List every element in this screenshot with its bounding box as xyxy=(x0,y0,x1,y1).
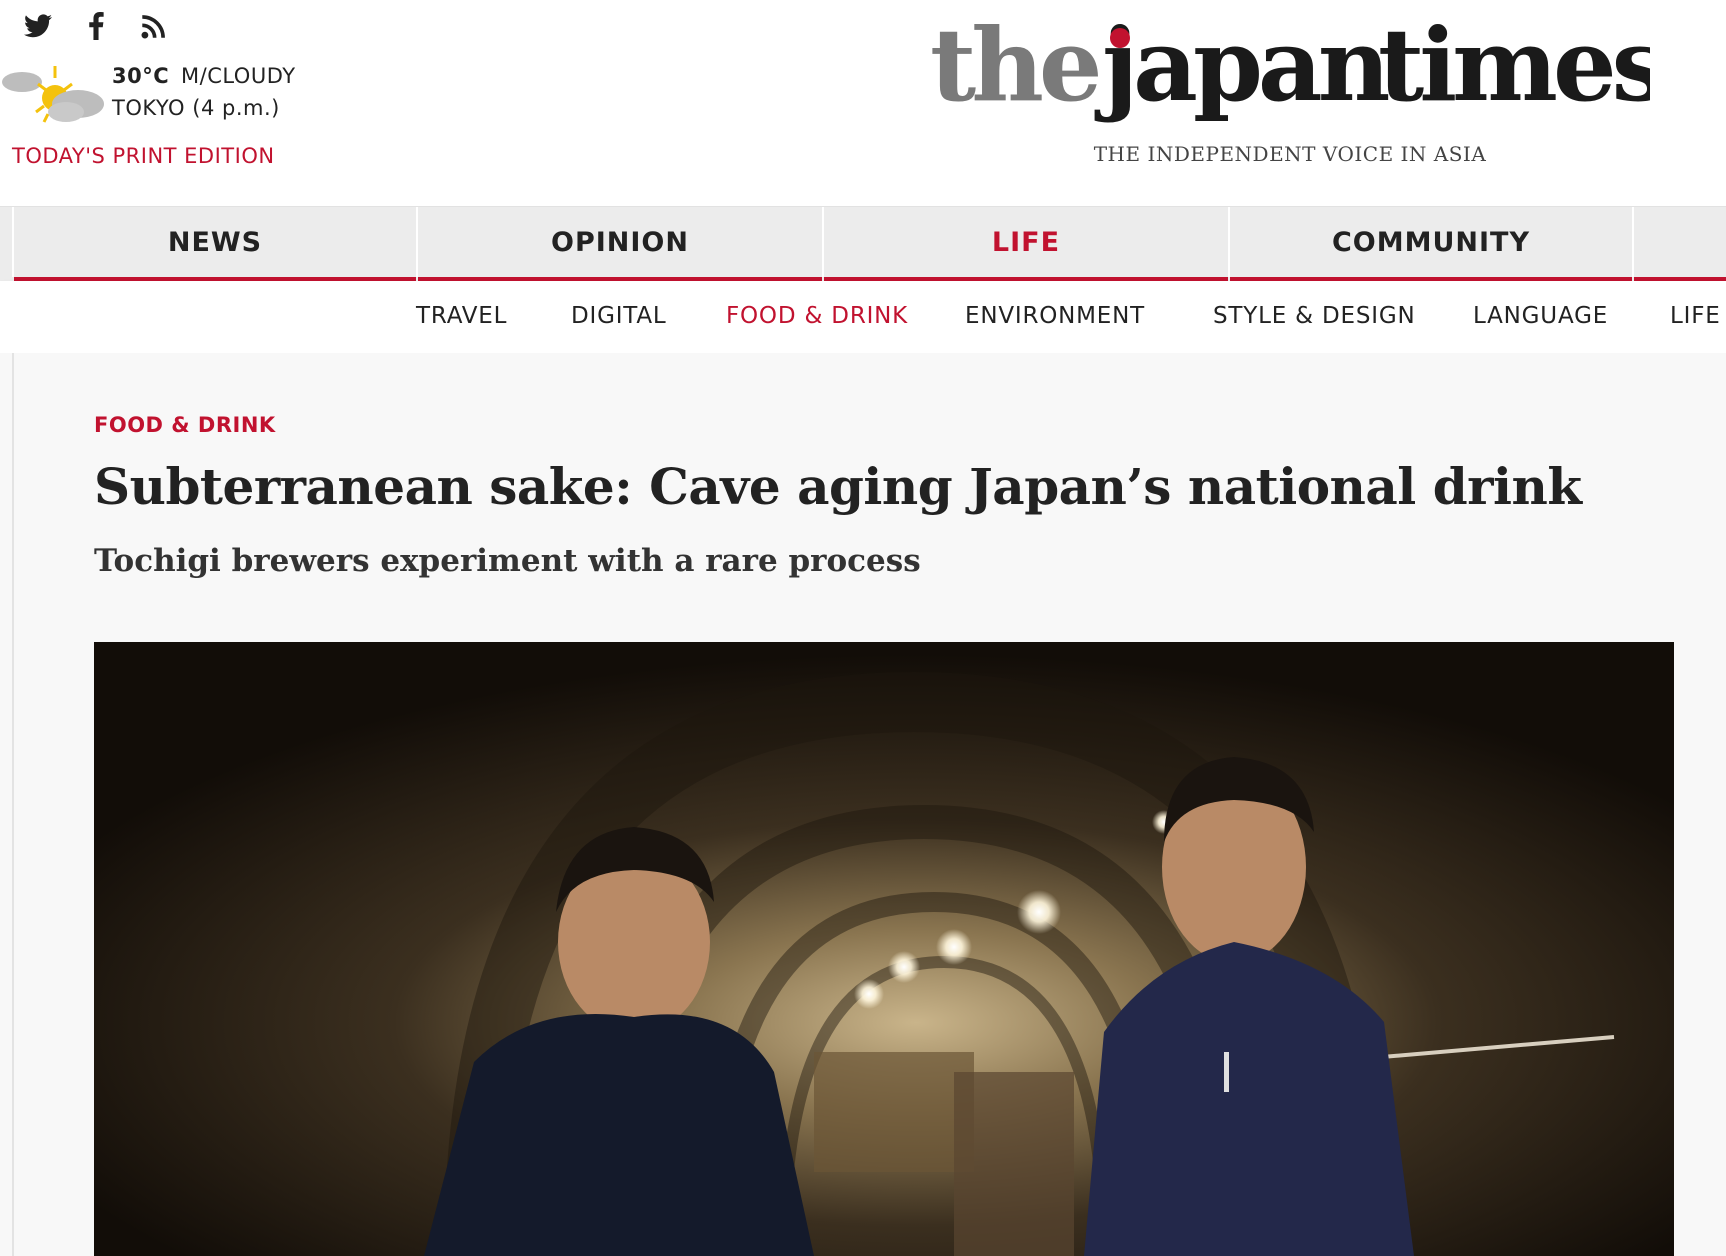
cave-tunnel-photo xyxy=(94,642,1674,1256)
weather-location: TOKYO (4 p.m.) xyxy=(112,96,280,120)
site-tagline: THE INDEPENDENT VOICE IN ASIA xyxy=(1093,142,1487,166)
article-headline: Subterranean sake: Cave aging Japan’s na… xyxy=(94,457,1582,516)
subnav-item-style-design[interactable]: STYLE & DESIGN xyxy=(1213,303,1415,329)
partly-cloudy-icon xyxy=(2,66,104,123)
logo-japan: japan xyxy=(1094,14,1389,124)
subnav-item-digital[interactable]: DIGITAL xyxy=(571,303,667,329)
logo-times: times xyxy=(1378,14,1650,124)
site-header: 30°C M/CLOUDY TOKYO (4 p.m.) TODAY'S PRI… xyxy=(0,0,1726,206)
nav-item-life[interactable]: LIFE xyxy=(824,207,1230,282)
nav-item-label: NEWS xyxy=(167,226,263,258)
main-nav: NEWS OPINION LIFE COMMUNITY xyxy=(0,206,1726,282)
nav-item-more[interactable] xyxy=(1634,207,1726,282)
nav-item-community[interactable]: COMMUNITY xyxy=(1230,207,1634,282)
social-links xyxy=(20,8,172,44)
subnav-item-life[interactable]: LIFE xyxy=(1670,303,1721,329)
subnav-item-food-drink[interactable]: FOOD & DRINK xyxy=(726,303,908,329)
article-subheadline: Tochigi brewers experiment with a rare p… xyxy=(94,543,921,579)
weather-condition: M/CLOUDY xyxy=(181,64,296,88)
facebook-icon[interactable] xyxy=(78,8,114,44)
subnav-item-language[interactable]: LANGUAGE xyxy=(1473,303,1608,329)
rss-icon[interactable] xyxy=(136,8,172,44)
sub-nav: TRAVEL DIGITAL FOOD & DRINK ENVIRONMENT … xyxy=(0,281,1726,353)
nav-item-opinion[interactable]: OPINION xyxy=(418,207,824,282)
article-category-link[interactable]: FOOD & DRINK xyxy=(94,413,276,437)
nav-item-label: LIFE xyxy=(991,226,1061,258)
twitter-icon[interactable] xyxy=(20,8,56,44)
article-hero-photo xyxy=(94,642,1674,1256)
main-nav-edge xyxy=(0,207,14,277)
japan-times-logo: the japan times xyxy=(930,14,1650,124)
subnav-item-environment[interactable]: ENVIRONMENT xyxy=(965,303,1145,329)
weather-widget: 30°C M/CLOUDY TOKYO (4 p.m.) xyxy=(0,60,330,130)
nav-item-news[interactable]: NEWS xyxy=(14,207,418,282)
site-logo[interactable]: the japan times THE INDEPENDENT VOICE IN… xyxy=(930,14,1650,174)
nav-item-label: COMMUNITY xyxy=(1331,226,1531,258)
article-side-rule xyxy=(12,353,14,1256)
print-edition-link[interactable]: TODAY'S PRINT EDITION xyxy=(12,144,275,168)
subnav-item-travel[interactable]: TRAVEL xyxy=(416,303,507,329)
weather-temperature: 30°C xyxy=(112,64,170,88)
logo-the: the xyxy=(930,14,1099,124)
logo-sun-dot xyxy=(1110,28,1130,48)
article: FOOD & DRINK Subterranean sake: Cave agi… xyxy=(0,353,1726,1256)
nav-item-label: OPINION xyxy=(551,226,689,258)
